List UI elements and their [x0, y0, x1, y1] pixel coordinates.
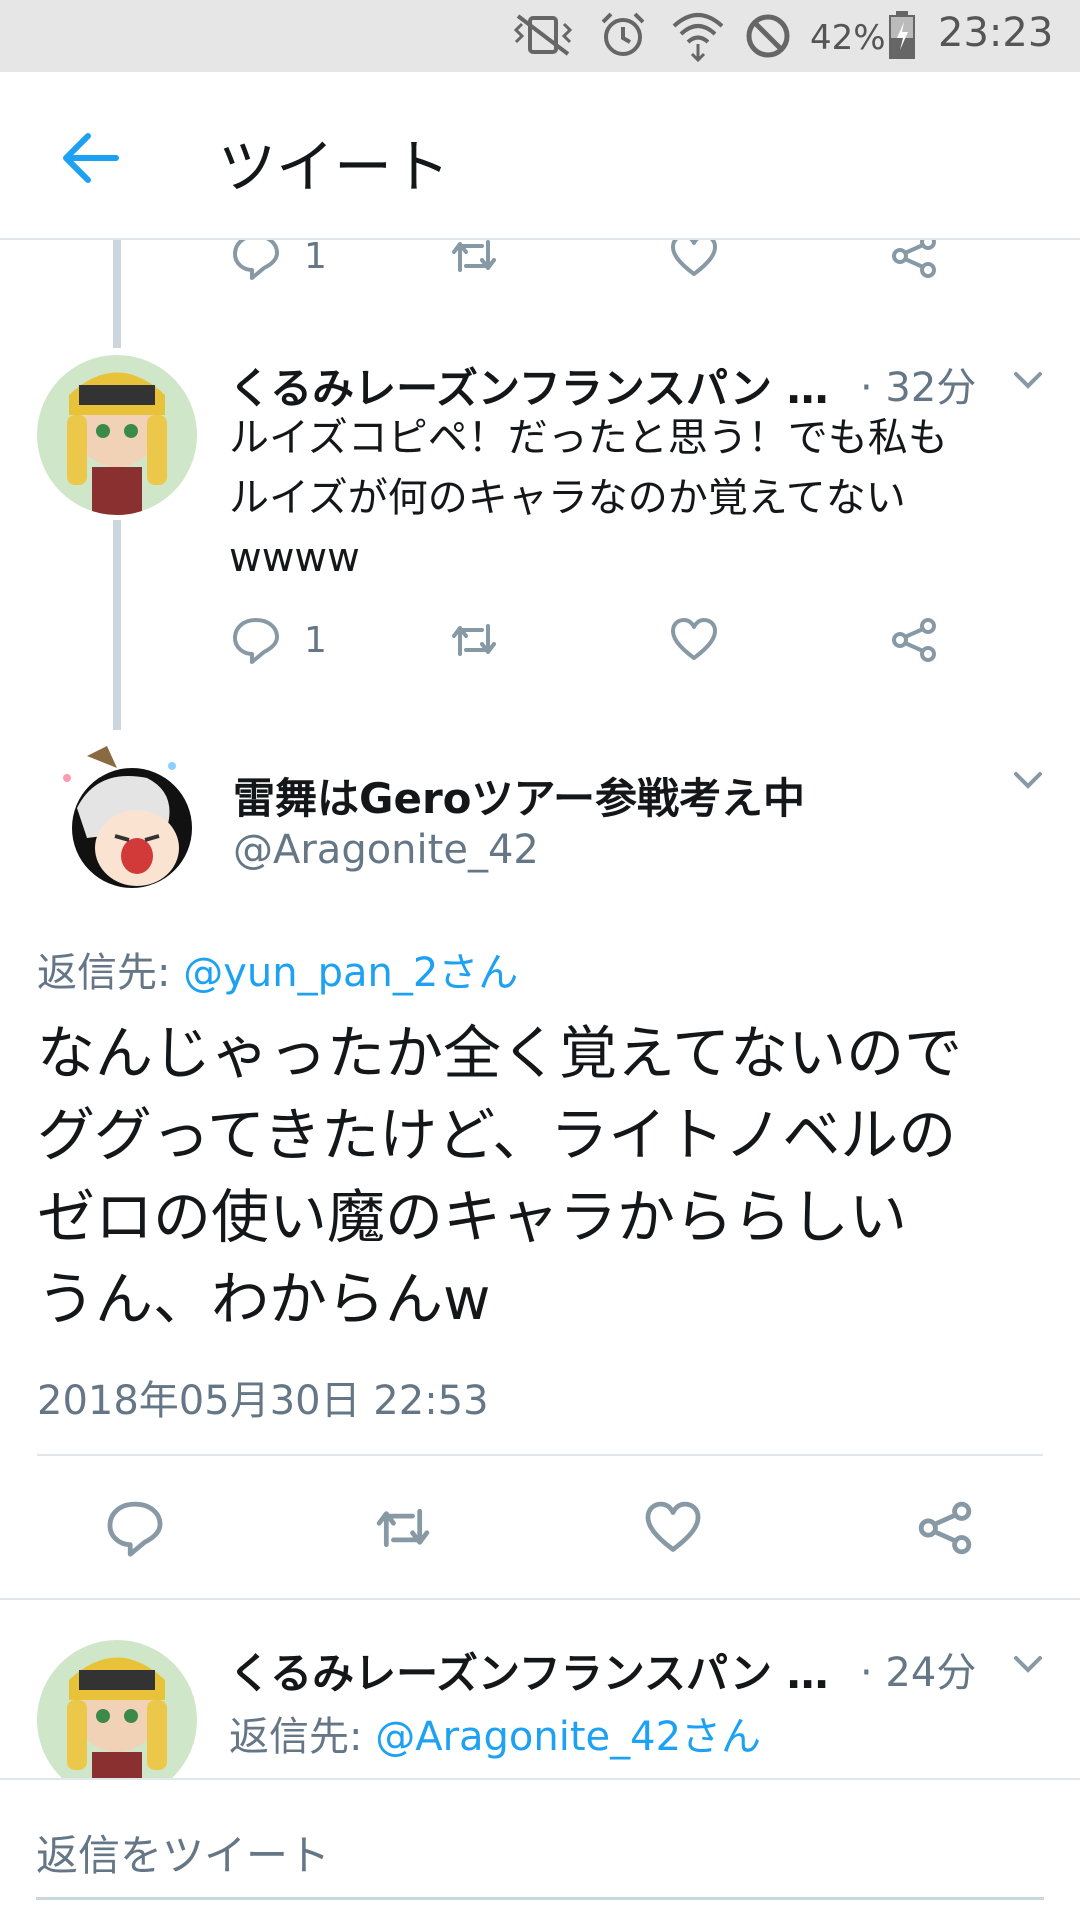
- wifi-icon: [672, 13, 724, 62]
- avatar[interactable]: [37, 1640, 197, 1800]
- display-name[interactable]: くるみレーズンフランスパン …: [229, 1640, 829, 1701]
- share-button[interactable]: [888, 610, 940, 670]
- like-button[interactable]: [668, 610, 720, 670]
- tweet-text: ルイズコピペ！だったと思う！でも私も ルイズが何のキャラなのか覚えてない www…: [229, 415, 948, 581]
- reply-bar: 返信をツイート: [0, 1778, 1080, 1920]
- display-name[interactable]: くるみレーズンフランスパン …: [229, 355, 829, 416]
- chevron-down-icon[interactable]: [1010, 762, 1046, 798]
- input-underline: [36, 1897, 1044, 1900]
- retweet-button[interactable]: [372, 1498, 434, 1558]
- thread-line: [113, 520, 121, 730]
- retweet-button[interactable]: [448, 610, 500, 670]
- app-header: ツイート: [0, 72, 1080, 240]
- status-bar: 42% 23:23: [0, 0, 1080, 72]
- share-button[interactable]: [914, 1498, 976, 1558]
- clock: 23:23: [938, 10, 1054, 56]
- battery-percent: 42%: [810, 18, 886, 58]
- user-handle[interactable]: @Aragonite_42: [233, 827, 539, 873]
- divider: [37, 1454, 1043, 1456]
- avatar[interactable]: [37, 738, 197, 898]
- tweet-timestamp: 2018年05月30日 22:53: [37, 1378, 489, 1424]
- thread-line: [113, 240, 121, 348]
- main-tweet-text: なんじゃったか全く覚えてないので ググってきたけど、ライトノベルの ゼロの使い魔…: [37, 1019, 963, 1333]
- reply-to-mention[interactable]: @yun_pan_2さん: [183, 950, 518, 996]
- reply-count: 1: [304, 235, 327, 277]
- reply-count: 1: [304, 619, 327, 661]
- arrow-left-icon[interactable]: [58, 126, 122, 190]
- display-name[interactable]: 雷舞はGeroツアー参戦考え中: [233, 765, 805, 826]
- reply-to-mention[interactable]: @Aragonite_42さん: [375, 1714, 761, 1760]
- avatar[interactable]: [37, 355, 197, 515]
- tweet-time: · 24分: [860, 1650, 977, 1696]
- reply-button[interactable]: [104, 1498, 166, 1558]
- like-button[interactable]: [642, 1498, 704, 1558]
- reply-button[interactable]: 1: [230, 610, 327, 670]
- battery-icon: [889, 11, 915, 59]
- chevron-down-icon[interactable]: [1010, 1646, 1046, 1682]
- alarm-icon: [601, 12, 645, 56]
- chevron-down-icon[interactable]: [1010, 362, 1046, 398]
- page-title: ツイート: [218, 133, 451, 201]
- vibrate-icon: [513, 14, 573, 56]
- do-not-disturb-icon: [746, 14, 790, 58]
- reply-to-line: 返信先: @Aragonite_42さん: [229, 1714, 762, 1760]
- divider: [0, 1598, 1080, 1600]
- reply-input[interactable]: 返信をツイート: [36, 1822, 330, 1883]
- tweet-time: · 32分: [860, 365, 977, 411]
- reply-to-line: 返信先: @yun_pan_2さん: [37, 950, 519, 996]
